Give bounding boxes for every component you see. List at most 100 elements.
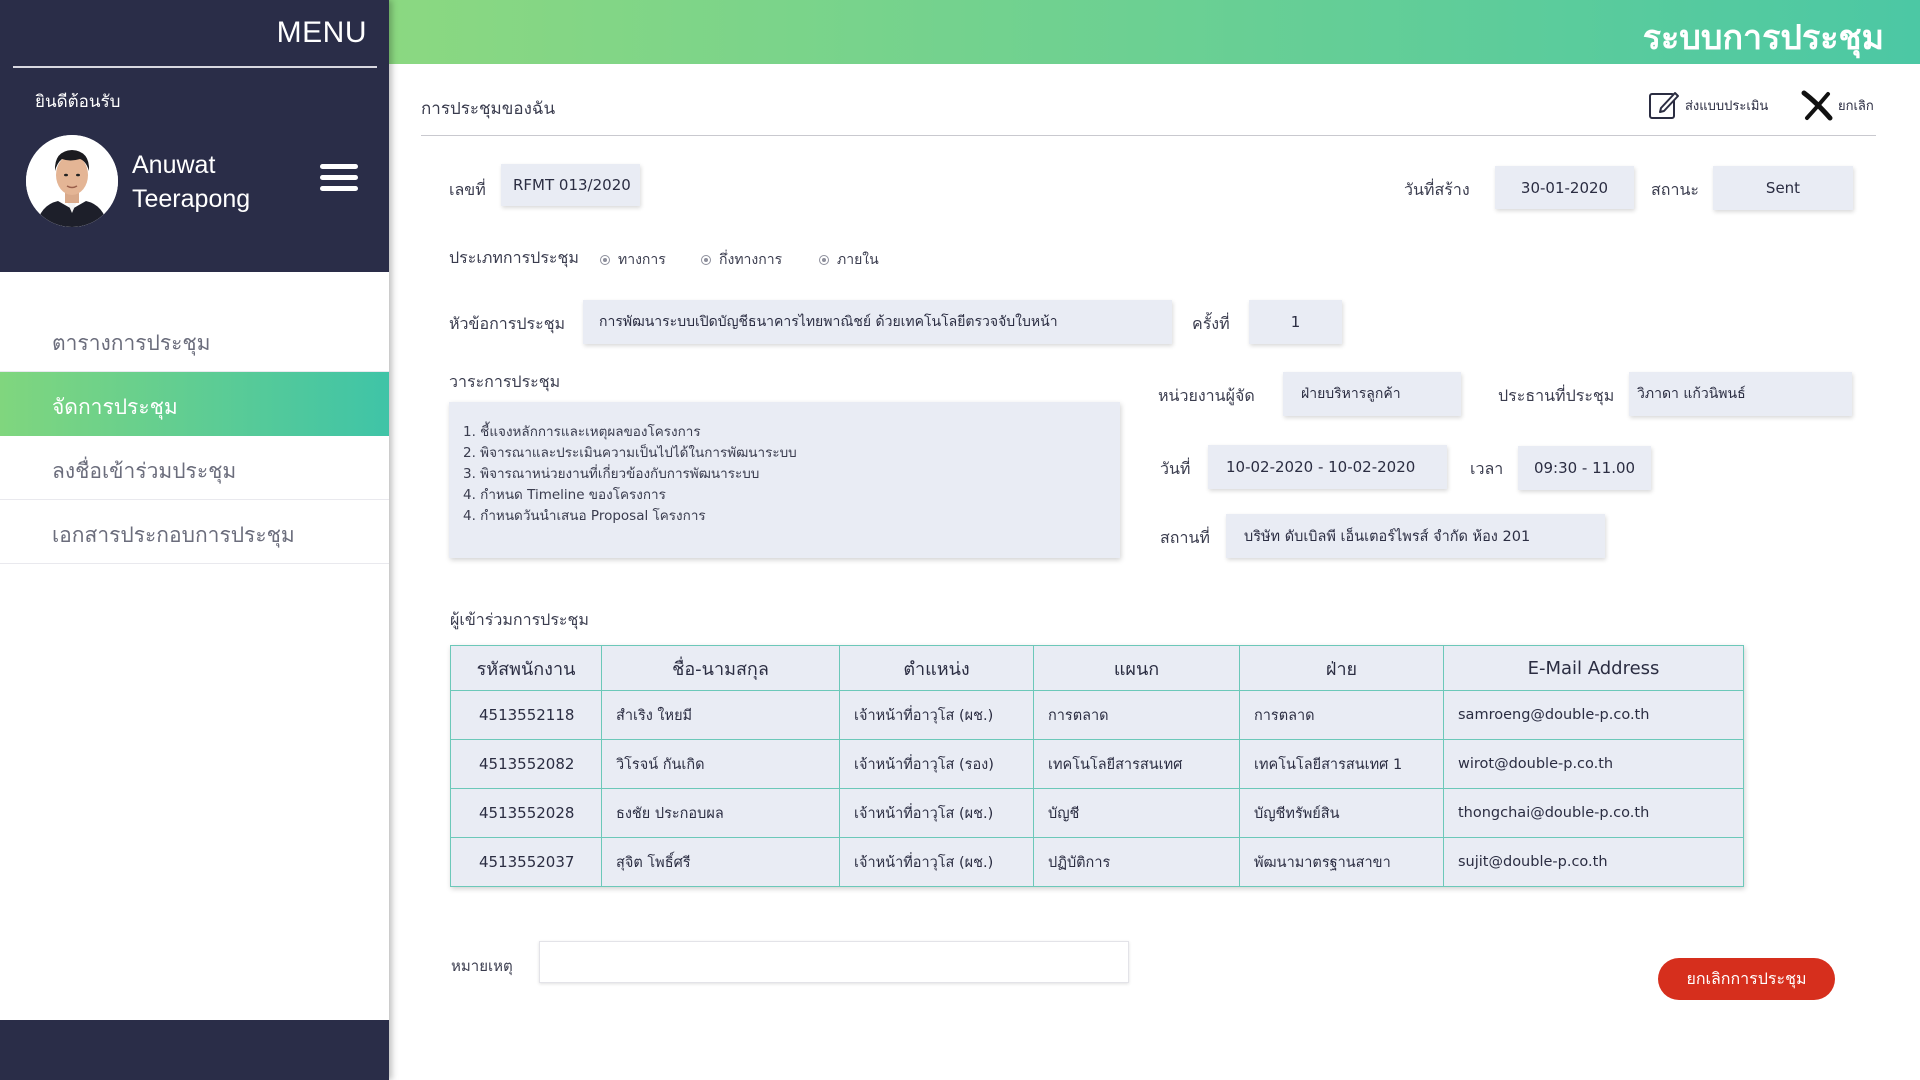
section-cell: เทคโนโลยีสารสนเทศ	[1033, 739, 1240, 789]
sidebar-item-meeting-schedule[interactable]: ตารางการประชุม	[0, 308, 389, 372]
meeting-type-label: ประเภทการประชุม	[449, 248, 579, 267]
radio-internal[interactable]: ภายใน	[819, 249, 879, 271]
agenda-label: วาระการประชุม	[449, 372, 561, 391]
date-label: วันที่	[1160, 459, 1191, 478]
name-cell: วิโรจน์ กันเกิด	[601, 739, 840, 789]
position-cell: เจ้าหน้าที่อาวุโส (ผช.)	[839, 690, 1034, 740]
column-header: รหัสพนักงาน	[450, 645, 602, 691]
date-range-field[interactable]: 10-02-2020 - 10-02-2020	[1208, 445, 1447, 489]
agenda-item: 1. ชี้แจงหลักการและเหตุผลของโครงการ	[463, 424, 701, 440]
app-header: ระบบการประชุม	[389, 0, 1920, 64]
cancel-meeting-button[interactable]: ยกเลิกการประชุม	[1658, 958, 1835, 1000]
radio-icon	[819, 255, 829, 265]
number-field[interactable]: RFMT 013/2020	[501, 164, 640, 206]
radio-icon	[701, 255, 711, 265]
organizer-label: หน่วยงานผู้จัด	[1158, 386, 1255, 405]
department-cell: การตลาด	[1239, 690, 1444, 740]
title-divider	[421, 135, 1876, 136]
employee-id-cell: 4513552118	[450, 690, 602, 740]
round-field[interactable]: 1	[1249, 300, 1342, 344]
number-label: เลขที่	[449, 180, 486, 199]
column-header: ชื่อ-นามสกุล	[601, 645, 840, 691]
position-cell: เจ้าหน้าที่อาวุโส (ผช.)	[839, 837, 1034, 887]
table-row[interactable]: 4513552028 ธงชัย ประกอบผล เจ้าหน้าที่อาว…	[450, 788, 1744, 838]
agenda-item: 2. พิจารณาและประเมินความเป็นไปได้ในการพั…	[463, 445, 797, 461]
column-header: E-Mail Address	[1443, 645, 1744, 691]
sidebar-item-sign-in-meeting[interactable]: ลงชื่อเข้าร่วมประชุม	[0, 436, 389, 500]
avatar	[26, 135, 118, 227]
created-date-field[interactable]: 30-01-2020	[1495, 166, 1634, 209]
status-label: สถานะ	[1651, 180, 1699, 199]
page-title: การประชุมของฉัน	[421, 99, 556, 119]
name-cell: สำเริง ใหยมี	[601, 690, 840, 740]
evaluate-button[interactable]: ส่งแบบประเมิน	[1647, 88, 1768, 122]
cancel-action-button[interactable]: ยกเลิก	[1800, 88, 1874, 122]
user-first-name: Anuwat	[132, 151, 216, 179]
column-header: แผนก	[1033, 645, 1240, 691]
department-cell: บัญชีทรัพย์สิน	[1239, 788, 1444, 838]
sidebar-item-label: ตารางการประชุม	[52, 331, 211, 355]
attendees-title: ผู้เข้าร่วมการประชุม	[450, 610, 589, 629]
welcome-text: ยินดีต้อนรับ	[35, 92, 121, 112]
department-cell: เทคโนโลยีสารสนเทศ 1	[1239, 739, 1444, 789]
time-field[interactable]: 09:30 - 11.00	[1518, 446, 1651, 490]
sidebar-footer	[0, 1020, 389, 1080]
email-cell: wirot@double-p.co.th	[1443, 739, 1744, 789]
table-row[interactable]: 4513552037 สุจิต โพธิ์ศรี เจ้าหน้าที่อาว…	[450, 837, 1744, 887]
section-cell: การตลาด	[1033, 690, 1240, 740]
sidebar-item-label: ลงชื่อเข้าร่วมประชุม	[52, 459, 237, 483]
cancel-action-label: ยกเลิก	[1838, 98, 1874, 114]
place-field[interactable]: บริษัท ดับเบิลพี เอ็นเตอร์ไพรส์ จำกัด ห้…	[1226, 514, 1605, 558]
sidebar-item-label: เอกสารประกอบการประชุม	[52, 523, 295, 547]
menu-title: MENU	[276, 16, 367, 49]
created-date-label: วันที่สร้าง	[1404, 180, 1470, 199]
position-cell: เจ้าหน้าที่อาวุโส (ผช.)	[839, 788, 1034, 838]
note-input[interactable]	[539, 941, 1129, 983]
employee-id-cell: 4513552037	[450, 837, 602, 887]
edit-form-icon	[1649, 92, 1679, 119]
section-cell: ปฏิบัติการ	[1033, 837, 1240, 887]
section-cell: บัญชี	[1033, 788, 1240, 838]
agenda-textarea[interactable]: 1. ชี้แจงหลักการและเหตุผลของโครงการ 2. พ…	[449, 402, 1120, 558]
sidebar-nav: ตารางการประชุม จัดการประชุม ลงชื่อเข้าร่…	[0, 308, 389, 564]
name-cell: ธงชัย ประกอบผล	[601, 788, 840, 838]
app-title: ระบบการประชุม	[1642, 18, 1884, 58]
avatar-icon	[26, 135, 118, 227]
attendees-table: รหัสพนักงาน ชื่อ-นามสกุล ตำแหน่ง แผนก ฝ่…	[450, 645, 1744, 887]
radio-label: ทางการ	[618, 252, 666, 268]
topic-field[interactable]: การพัฒนาระบบเปิดบัญชีธนาคารไทยพาณิชย์ ด้…	[583, 300, 1172, 344]
email-cell: samroeng@double-p.co.th	[1443, 690, 1744, 740]
employee-id-cell: 4513552028	[450, 788, 602, 838]
department-cell: พัฒนามาตรฐานสาขา	[1239, 837, 1444, 887]
table-row[interactable]: 4513552082 วิโรจน์ กันเกิด เจ้าหน้าที่อา…	[450, 739, 1744, 789]
column-header: ฝ่าย	[1239, 645, 1444, 691]
employee-id-cell: 4513552082	[450, 739, 602, 789]
sidebar-item-manage-meeting[interactable]: จัดการประชุม	[0, 372, 389, 436]
agenda-item: 4. กำหนด Timeline ของโครงการ	[463, 487, 666, 503]
hamburger-menu-icon[interactable]	[320, 164, 358, 192]
organizer-field[interactable]: ฝ่ายบริหารลูกค้า	[1283, 372, 1461, 416]
user-name: Anuwat Teerapong	[132, 148, 250, 216]
radio-formal[interactable]: ทางการ	[600, 249, 666, 271]
place-label: สถานที่	[1160, 528, 1210, 547]
sidebar: MENU ยินดีต้อนรับ Anuwat Teerapong ตาราง…	[0, 0, 389, 1080]
agenda-item: 4. กำหนดวันนำเสนอ Proposal โครงการ	[463, 508, 706, 524]
menu-divider	[13, 66, 377, 68]
topic-label: หัวข้อการประชุม	[449, 314, 566, 333]
evaluate-button-label: ส่งแบบประเมิน	[1685, 98, 1769, 114]
column-header: ตำแหน่ง	[839, 645, 1034, 691]
radio-label: ภายใน	[837, 252, 879, 268]
close-icon	[1801, 90, 1833, 121]
sidebar-item-label: จัดการประชุม	[52, 395, 178, 419]
note-label: หมายเหตุ	[451, 957, 513, 975]
email-cell: sujit@double-p.co.th	[1443, 837, 1744, 887]
user-last-name: Teerapong	[132, 185, 251, 213]
agenda-item: 3. พิจารณาหน่วยงานที่เกี่ยวข้องกับการพัฒ…	[463, 466, 760, 482]
position-cell: เจ้าหน้าที่อาวุโส (รอง)	[839, 739, 1034, 789]
chair-field[interactable]: วิภาดา แก้วนิพนธ์	[1629, 372, 1852, 416]
table-row[interactable]: 4513552118 สำเริง ใหยมี เจ้าหน้าที่อาวุโ…	[450, 690, 1744, 740]
sidebar-item-meeting-documents[interactable]: เอกสารประกอบการประชุม	[0, 500, 389, 564]
table-header-row: รหัสพนักงาน ชื่อ-นามสกุล ตำแหน่ง แผนก ฝ่…	[450, 645, 1744, 691]
chair-label: ประธานที่ประชุม	[1498, 386, 1615, 405]
radio-semi-formal[interactable]: กึ่งทางการ	[701, 249, 782, 271]
